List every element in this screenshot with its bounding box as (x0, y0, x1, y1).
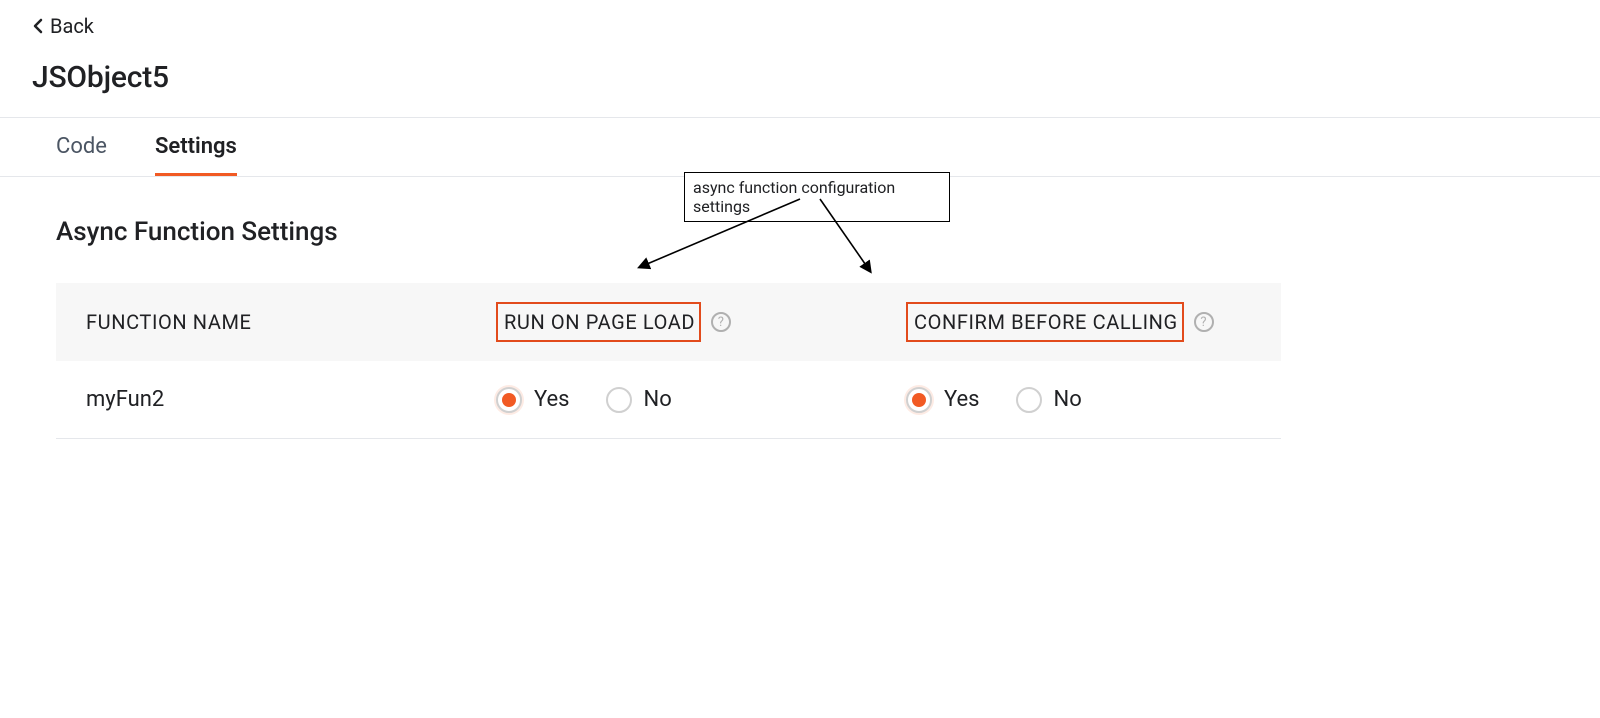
column-header-confirm-before-calling: CONFIRM BEFORE CALLING ? (906, 302, 1251, 342)
tabs-bar: Code Settings (0, 117, 1600, 177)
highlight-box-run-on-page-load: RUN ON PAGE LOAD (496, 302, 701, 342)
radio-icon (606, 387, 632, 413)
annotation-callout: async function configuration settings (684, 172, 950, 222)
radio-icon (496, 387, 522, 413)
confirm-before-calling-no[interactable]: No (1016, 387, 1082, 413)
radio-label: No (644, 387, 672, 412)
confirm-before-calling-yes[interactable]: Yes (906, 387, 980, 413)
back-button[interactable]: Back (32, 14, 94, 38)
help-icon[interactable]: ? (1194, 312, 1214, 332)
tab-settings[interactable]: Settings (155, 118, 237, 176)
run-on-page-load-yes[interactable]: Yes (496, 387, 570, 413)
back-label: Back (50, 14, 94, 38)
table-row: myFun2 Yes No Yes No (56, 361, 1281, 439)
radio-icon (1016, 387, 1042, 413)
function-name-cell: myFun2 (86, 387, 496, 412)
radio-label: Yes (944, 387, 980, 412)
confirm-before-calling-group: Yes No (906, 387, 1251, 413)
page-title: JSObject5 (32, 60, 1568, 95)
help-icon[interactable]: ? (711, 312, 731, 332)
table-header-row: FUNCTION NAME RUN ON PAGE LOAD ? CONFIRM… (56, 283, 1281, 361)
highlight-box-confirm-before-calling: CONFIRM BEFORE CALLING (906, 302, 1184, 342)
run-on-page-load-group: Yes No (496, 387, 906, 413)
column-header-run-on-page-load: RUN ON PAGE LOAD ? (496, 302, 906, 342)
run-on-page-load-no[interactable]: No (606, 387, 672, 413)
radio-icon (906, 387, 932, 413)
radio-label: Yes (534, 387, 570, 412)
chevron-left-icon (32, 18, 44, 34)
settings-table: FUNCTION NAME RUN ON PAGE LOAD ? CONFIRM… (56, 283, 1281, 439)
column-header-function-name: FUNCTION NAME (86, 310, 496, 334)
radio-label: No (1054, 387, 1082, 412)
tab-code[interactable]: Code (56, 118, 107, 176)
